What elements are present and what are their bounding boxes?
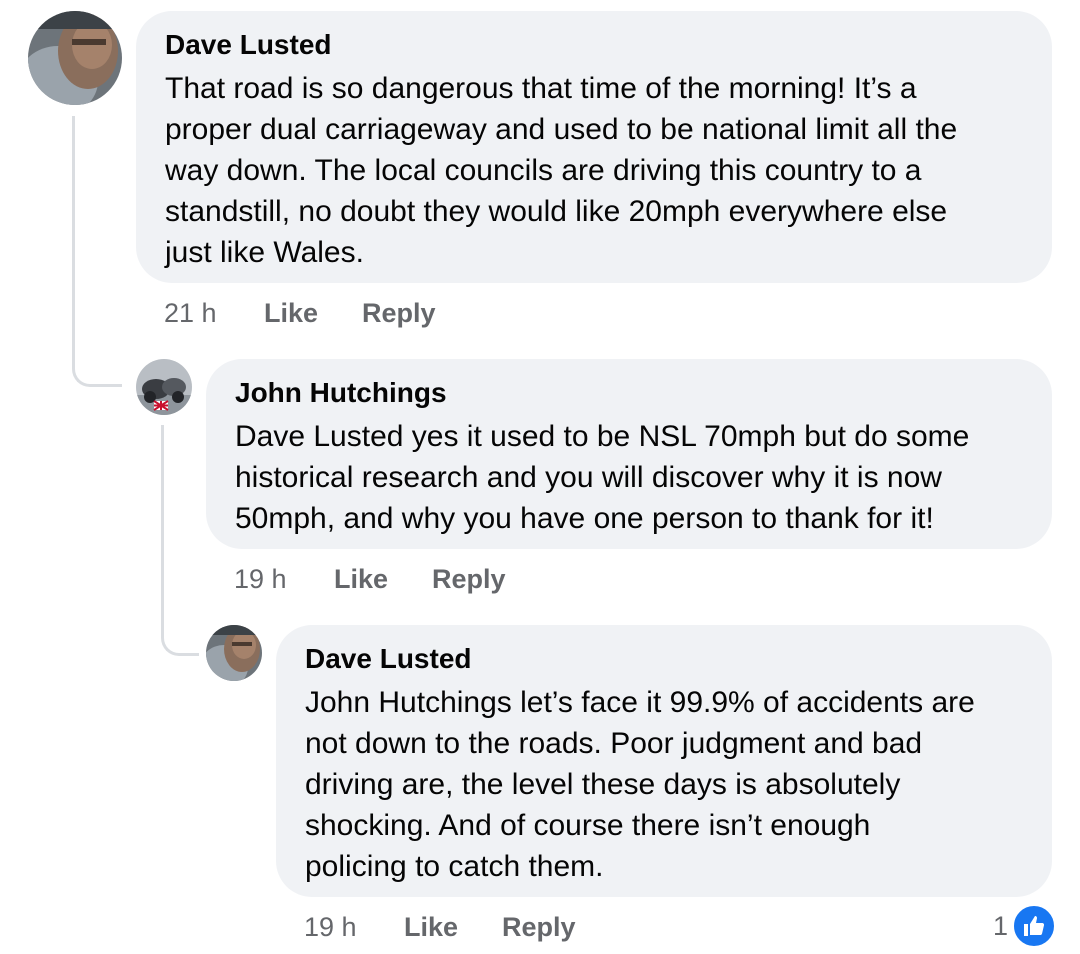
comment-text-line: historical research and you will discove… — [235, 461, 942, 494]
comment-text-line: standstill, no doubt they would like 20m… — [165, 195, 948, 228]
comment-author[interactable]: Dave Lusted — [305, 642, 1052, 676]
comment-text-line: That road is so dangerous that time of t… — [165, 72, 917, 105]
comment-text: That road is so dangerous that time of t… — [165, 68, 1052, 273]
thumbs-up-icon — [1012, 904, 1056, 948]
reaction-summary[interactable]: 1 — [993, 904, 1056, 948]
comment-bubble: Dave Lusted That road is so dangerous th… — [136, 11, 1052, 283]
like-button[interactable]: Like — [404, 911, 458, 943]
comment-text-line: policing to catch them. — [305, 850, 604, 883]
reply-button[interactable]: Reply — [432, 563, 506, 595]
avatar[interactable] — [28, 11, 122, 105]
comment-text-line: proper dual carriageway and used to be n… — [165, 113, 958, 146]
comment-timestamp[interactable]: 19 h — [304, 911, 357, 943]
reaction-count: 1 — [992, 910, 1008, 941]
like-button[interactable]: Like — [264, 297, 318, 329]
comment-text-line: way down. The local councils are driving… — [165, 154, 922, 187]
like-button[interactable]: Like — [334, 563, 388, 595]
comment-text-line: shocking. And of course there isn’t enou… — [305, 809, 871, 842]
comment-text: Dave Lusted yes it used to be NSL 70mph … — [235, 416, 1052, 539]
avatar-photo-icon — [136, 359, 192, 415]
avatar[interactable] — [206, 625, 262, 681]
comment-timestamp[interactable]: 19 h — [234, 563, 287, 595]
comment-text-line: John Hutchings let’s face it 99.9% of ac… — [305, 686, 975, 719]
comment-text-line: not down to the roads. Poor judgment and… — [305, 727, 923, 760]
comment-timestamp[interactable]: 21 h — [164, 297, 217, 329]
comment-text-line: just like Wales. — [165, 236, 364, 269]
comment-bubble: John Hutchings Dave Lusted yes it used t… — [206, 359, 1052, 549]
comment-text-line: driving are, the level these days is abs… — [305, 768, 901, 801]
reply-button[interactable]: Reply — [502, 911, 576, 943]
thread-line-1 — [72, 116, 122, 387]
thread-line-2 — [161, 425, 199, 656]
comment-bubble: Dave Lusted John Hutchings let’s face it… — [276, 625, 1052, 897]
comment-author[interactable]: John Hutchings — [235, 376, 1052, 410]
comment-text-line: 50mph, and why you have one person to th… — [235, 502, 934, 535]
comment-text: John Hutchings let’s face it 99.9% of ac… — [305, 682, 1052, 887]
comment-author[interactable]: Dave Lusted — [165, 28, 1052, 62]
avatar-photo-icon — [206, 625, 262, 681]
avatar[interactable] — [136, 359, 192, 415]
avatar-photo-icon — [28, 11, 122, 105]
reply-button[interactable]: Reply — [362, 297, 436, 329]
comment-text-line: Dave Lusted yes it used to be NSL 70mph … — [235, 420, 970, 453]
